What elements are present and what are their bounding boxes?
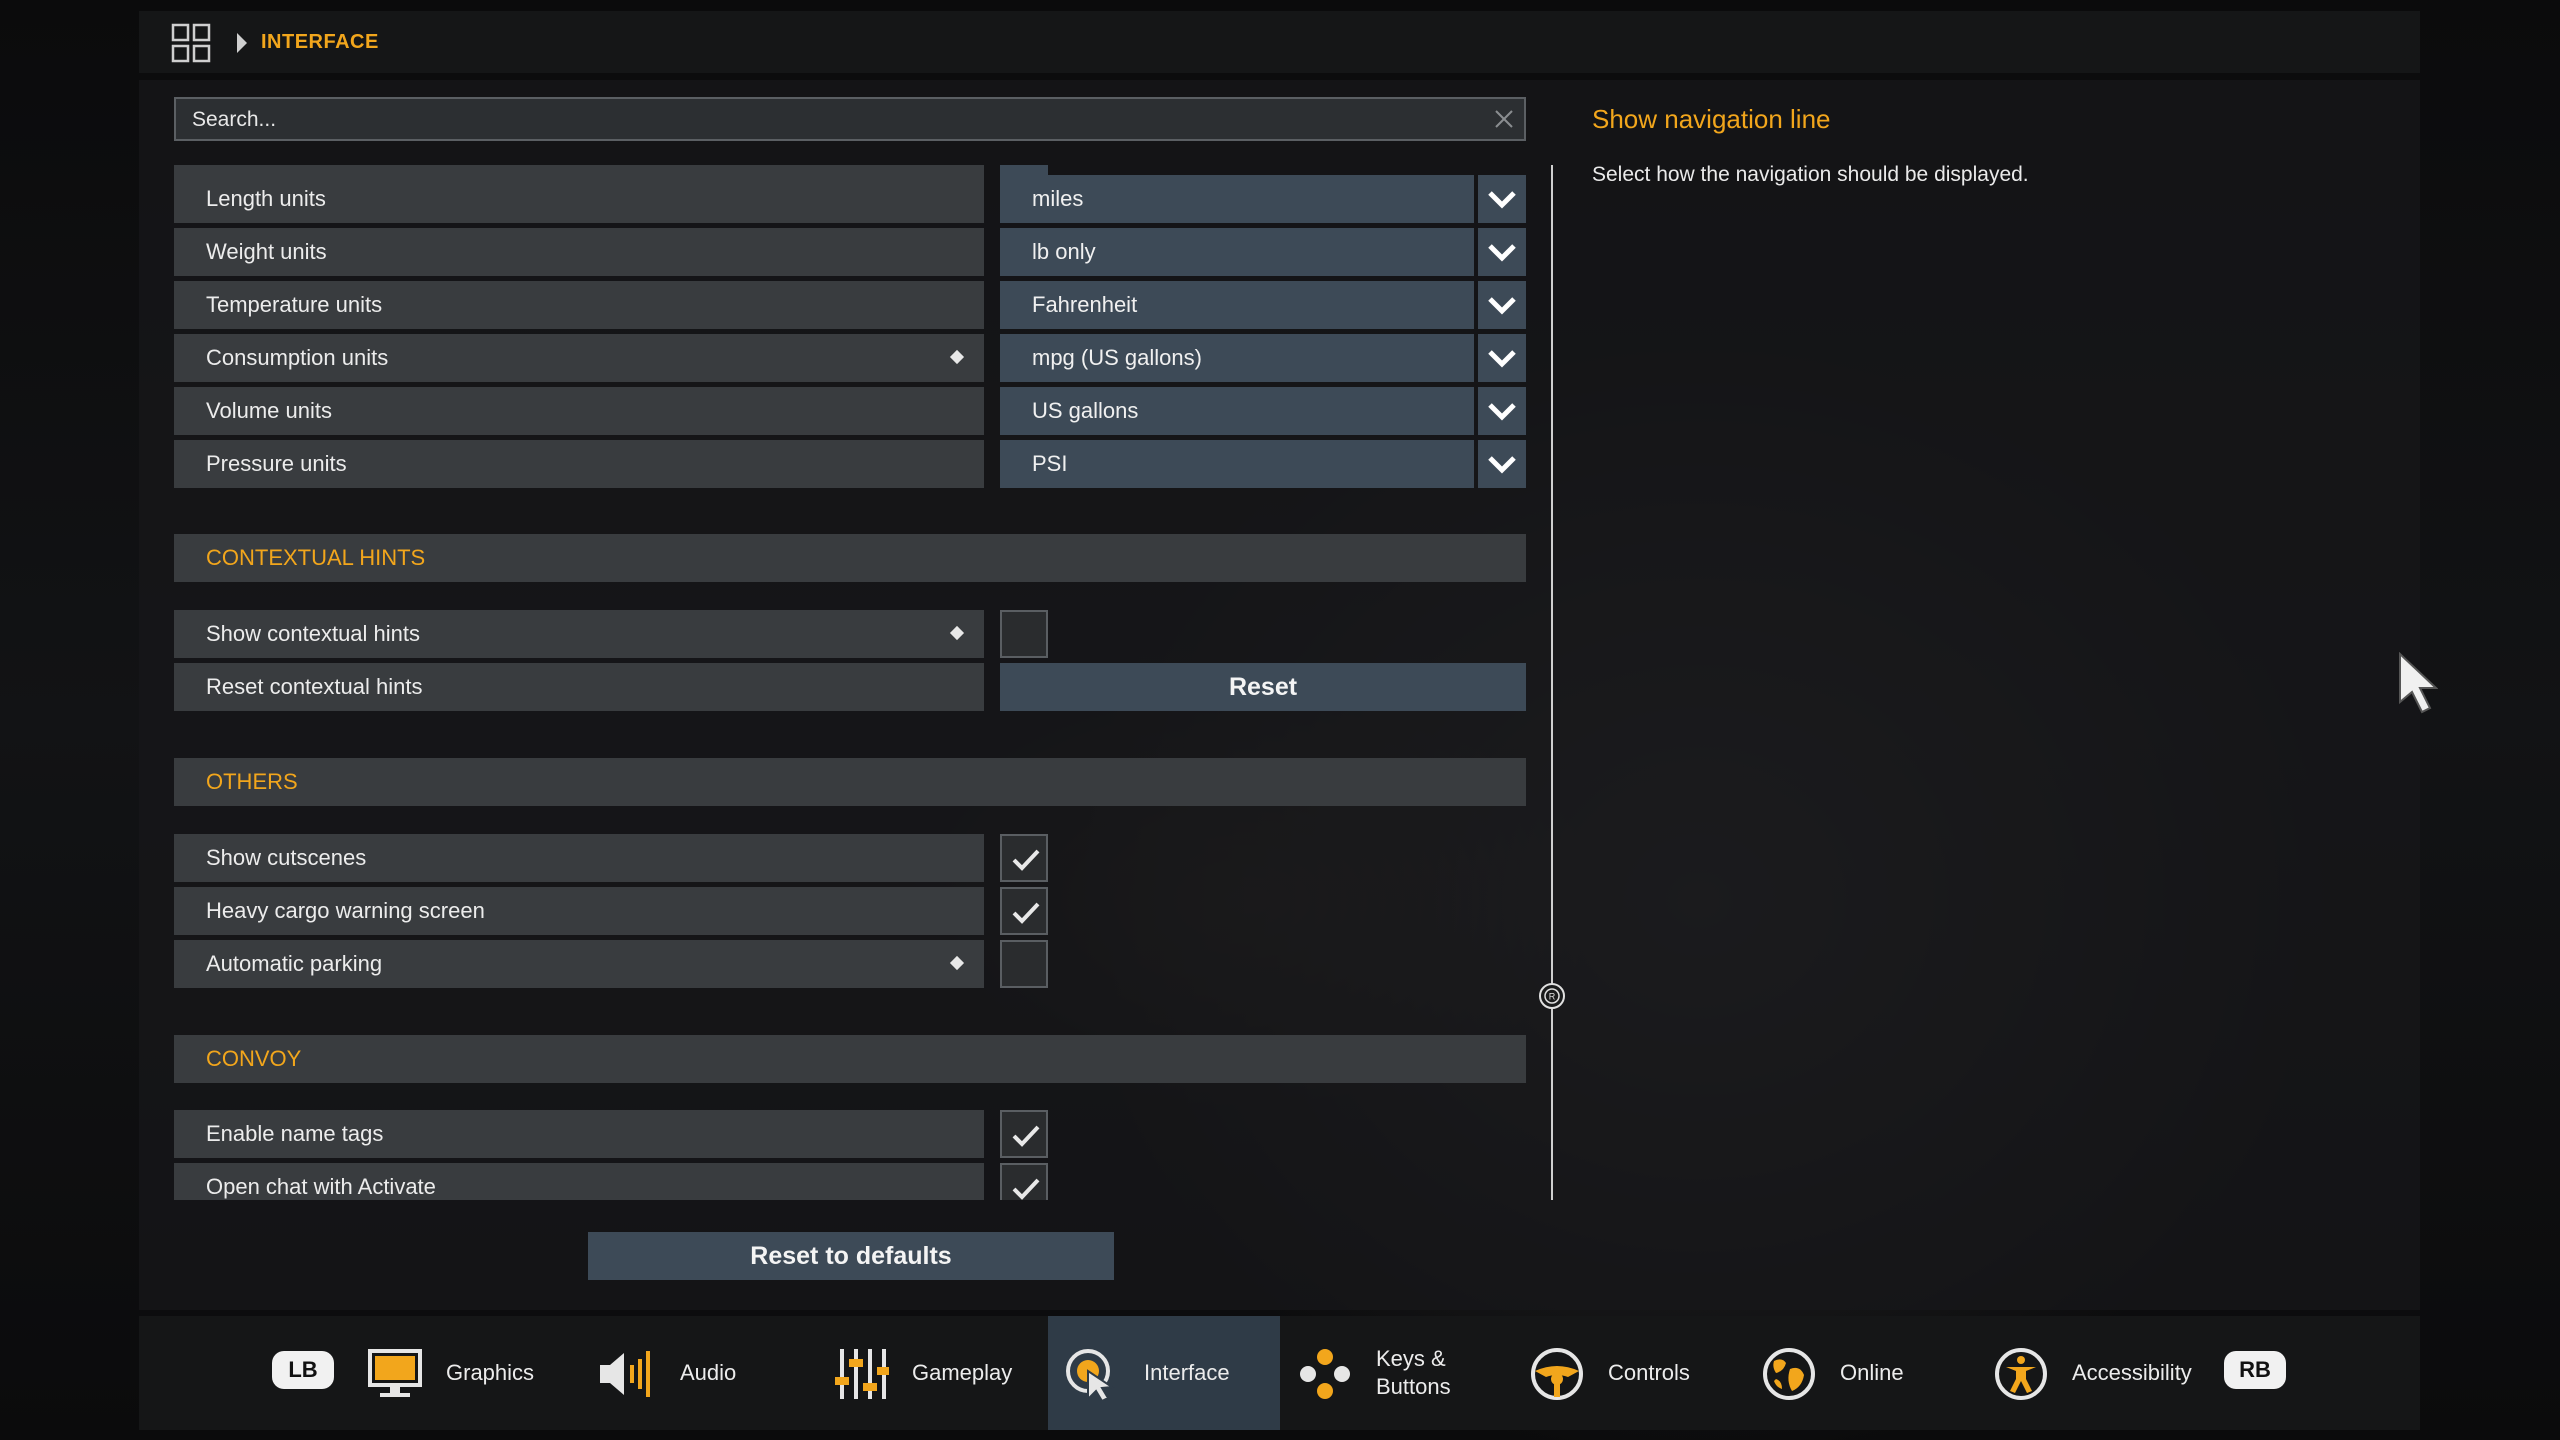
dropdown-value: Fahrenheit: [1000, 281, 1474, 329]
chevron-down-icon[interactable]: [1478, 334, 1526, 382]
tab-label: Interface: [1144, 1360, 1230, 1385]
tab-label: Graphics: [446, 1360, 535, 1385]
tab-gameplay[interactable]: Gameplay: [822, 1316, 1042, 1430]
tab-label-line2: Buttons: [1376, 1374, 1451, 1399]
monitor-icon: [368, 1349, 422, 1397]
setting-pressure-units: Pressure units: [174, 440, 984, 488]
checkmark-icon: [1012, 902, 1040, 924]
chevron-down-icon[interactable]: [1478, 440, 1526, 488]
info-description: Select how the navigation should be disp…: [1592, 163, 2029, 186]
consumption-units-dropdown[interactable]: mpg (US gallons): [1000, 334, 1526, 382]
reset-to-defaults-button[interactable]: Reset to defaults: [588, 1232, 1114, 1280]
modified-indicator-icon: [949, 625, 965, 641]
lb-bumper-button[interactable]: LB: [272, 1351, 334, 1389]
setting-volume-units: Volume units: [174, 387, 984, 435]
cursor-click-icon: [1066, 1349, 1115, 1401]
steering-wheel-icon: [1531, 1348, 1583, 1400]
section-others: OTHERS: [174, 758, 1526, 806]
search-box[interactable]: [174, 97, 1526, 141]
section-contextual-hints: CONTEXTUAL HINTS: [174, 534, 1526, 582]
setting-automatic-parking: Automatic parking: [174, 940, 984, 988]
settings-list[interactable]: Length units miles Weight units lb only …: [174, 165, 1526, 1200]
clear-search-icon[interactable]: [1494, 109, 1514, 129]
dropdown-value: PSI: [1000, 440, 1474, 488]
enable-name-tags-checkbox[interactable]: [1000, 1110, 1048, 1158]
dropdown-value: miles: [1000, 175, 1474, 223]
dropdown-value: US gallons: [1000, 387, 1474, 435]
speaker-icon: [600, 1351, 650, 1397]
automatic-parking-checkbox[interactable]: [1000, 940, 1048, 988]
list-item: [174, 165, 984, 175]
chevron-down-icon[interactable]: [1478, 387, 1526, 435]
tab-label: Keys &: [1376, 1346, 1446, 1371]
svg-text:R: R: [1549, 992, 1556, 1002]
scrollbar-track[interactable]: [1551, 165, 1553, 1200]
mouse-pointer-icon: [2399, 652, 2438, 714]
setting-length-units: Length units: [174, 175, 984, 223]
modified-indicator-icon: [949, 955, 965, 971]
breadcrumb-title: INTERFACE: [261, 31, 379, 53]
tab-label: Gameplay: [912, 1360, 1013, 1385]
chevron-down-icon[interactable]: [1478, 281, 1526, 329]
pressure-units-dropdown[interactable]: PSI: [1000, 440, 1526, 488]
modified-indicator-icon: [949, 349, 965, 365]
dropdown-value: lb only: [1000, 228, 1474, 276]
heavy-cargo-warning-checkbox[interactable]: [1000, 887, 1048, 935]
list-item: [1000, 165, 1048, 175]
length-units-dropdown[interactable]: miles: [1000, 175, 1526, 223]
tab-label: Accessibility: [2072, 1360, 2192, 1385]
show-cutscenes-checkbox[interactable]: [1000, 834, 1048, 882]
tab-online[interactable]: Online: [1754, 1316, 1954, 1430]
volume-units-dropdown[interactable]: US gallons: [1000, 387, 1526, 435]
dropdown-value: mpg (US gallons): [1000, 334, 1474, 382]
open-chat-activate-checkbox[interactable]: [1000, 1163, 1048, 1200]
setting-consumption-units: Consumption units: [174, 334, 984, 382]
tab-label: Audio: [680, 1360, 737, 1385]
tab-controls[interactable]: Controls: [1522, 1316, 1722, 1430]
tab-accessibility[interactable]: Accessibility: [1986, 1316, 2206, 1430]
breadcrumb-arrow-icon: [237, 33, 247, 53]
setting-reset-contextual-hints: Reset contextual hints: [174, 663, 984, 711]
breadcrumb-bar: INTERFACE: [139, 11, 2420, 73]
search-input[interactable]: [190, 99, 1474, 141]
setting-show-contextual-hints: Show contextual hints: [174, 610, 984, 658]
chevron-down-icon[interactable]: [1478, 228, 1526, 276]
grid-menu-icon[interactable]: [171, 23, 211, 63]
sliders-icon: [835, 1349, 889, 1399]
rb-bumper-button[interactable]: RB: [2224, 1351, 2286, 1389]
globe-icon: [1763, 1348, 1815, 1400]
tab-interface[interactable]: Interface: [1048, 1316, 1280, 1430]
tab-label: Controls: [1608, 1360, 1690, 1385]
setting-heavy-cargo-warning: Heavy cargo warning screen: [174, 887, 984, 935]
setting-show-cutscenes: Show cutscenes: [174, 834, 984, 882]
setting-weight-units: Weight units: [174, 228, 984, 276]
tab-audio[interactable]: Audio: [590, 1316, 790, 1430]
setting-enable-name-tags: Enable name tags: [174, 1110, 984, 1158]
reset-contextual-hints-button[interactable]: Reset: [1000, 663, 1526, 711]
chevron-down-icon[interactable]: [1478, 175, 1526, 223]
temperature-units-dropdown[interactable]: Fahrenheit: [1000, 281, 1526, 329]
tab-keys-buttons[interactable]: Keys & Buttons: [1290, 1316, 1490, 1430]
accessibility-icon: [1995, 1348, 2047, 1400]
weight-units-dropdown[interactable]: lb only: [1000, 228, 1526, 276]
checkmark-icon: [1012, 849, 1040, 871]
setting-temperature-units: Temperature units: [174, 281, 984, 329]
tab-label: Online: [1840, 1360, 1904, 1385]
info-title: Show navigation line: [1592, 104, 1831, 134]
tab-graphics[interactable]: Graphics: [358, 1316, 558, 1430]
checkmark-icon: [1012, 1125, 1040, 1147]
setting-open-chat-activate: Open chat with Activate: [174, 1163, 984, 1200]
gamepad-buttons-icon: [1300, 1349, 1350, 1399]
checkmark-icon: [1012, 1178, 1040, 1200]
show-contextual-hints-checkbox[interactable]: [1000, 610, 1048, 658]
section-convoy: CONVOY: [174, 1035, 1526, 1083]
scrollbar-handle[interactable]: R: [1538, 978, 1566, 1014]
